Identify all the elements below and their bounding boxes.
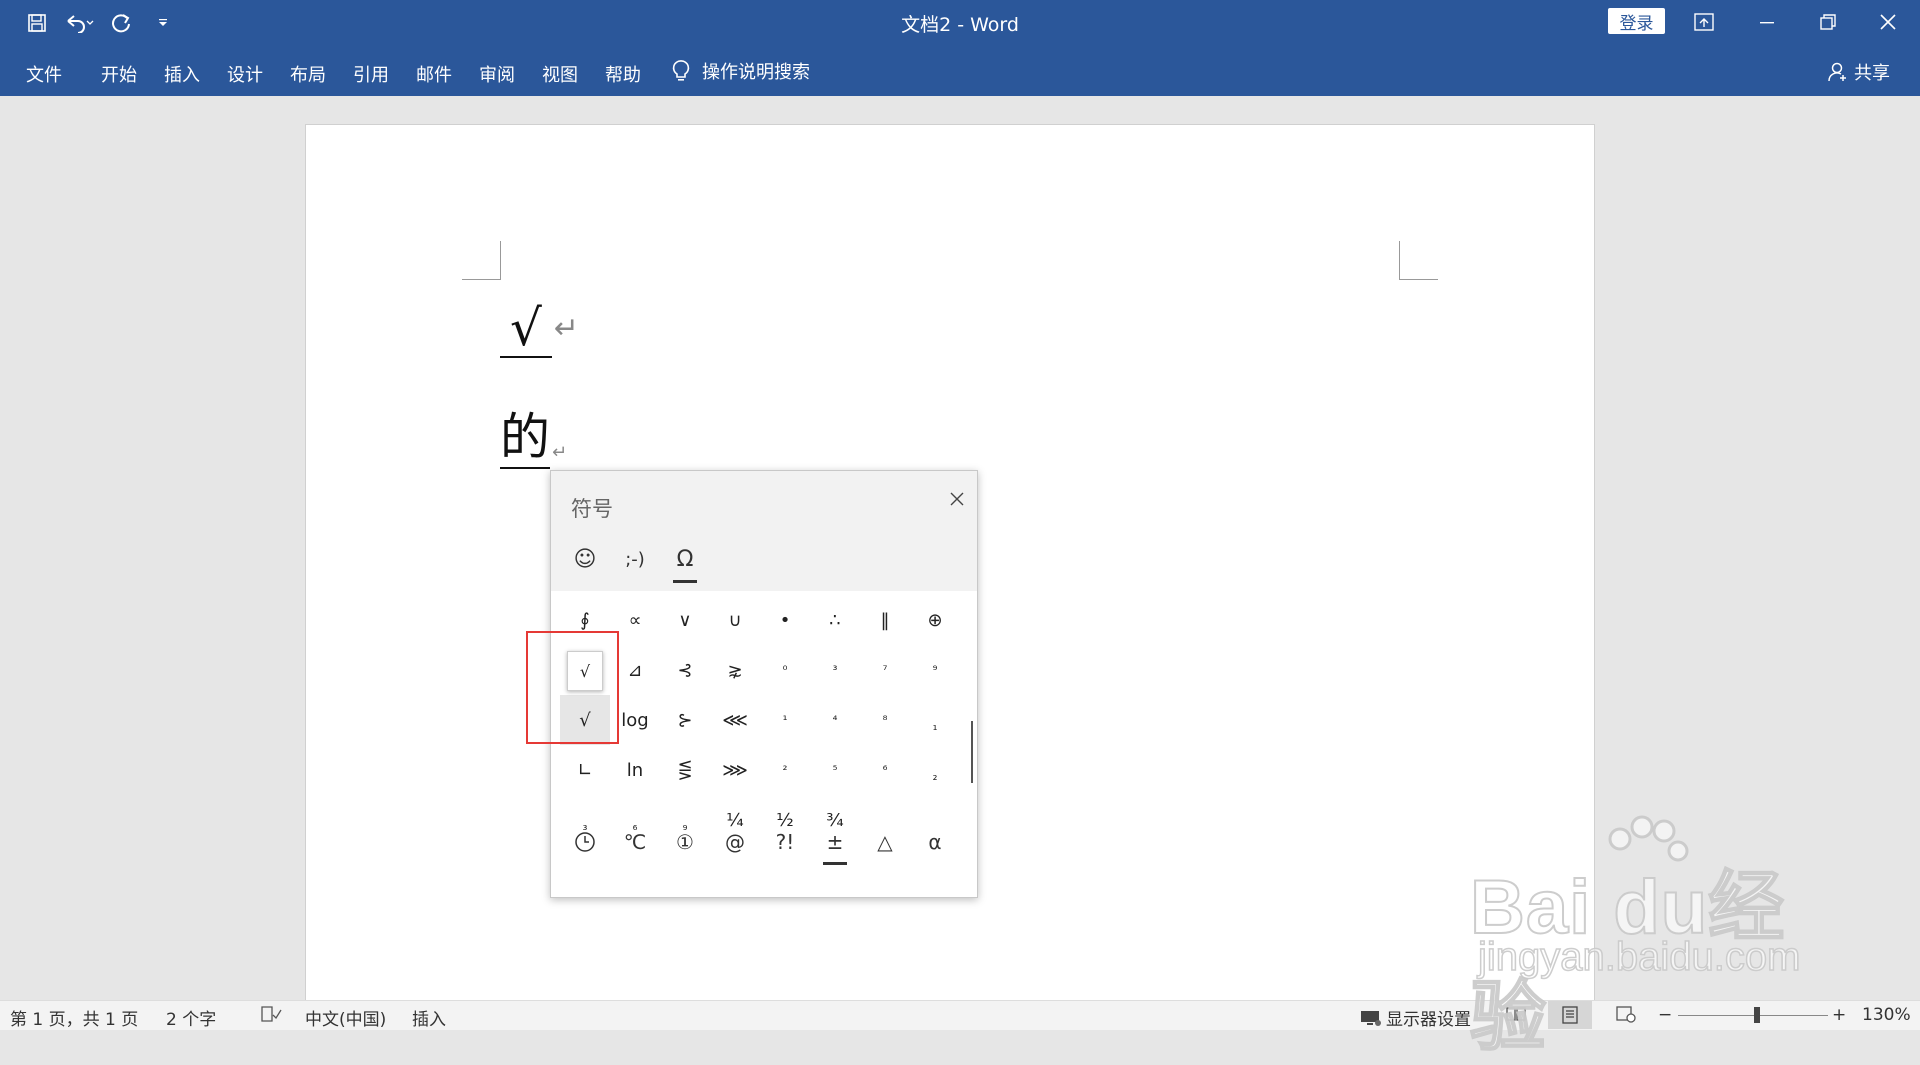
paragraph-2[interactable]: 的 ↵ <box>500 407 567 469</box>
ribbon-display-button[interactable] <box>1674 0 1734 44</box>
symbol-cell[interactable]: ⋘ <box>710 695 760 745</box>
symbol-cell[interactable]: ⊱ <box>660 695 710 745</box>
share-label: 共享 <box>1854 63 1890 84</box>
tab-insert[interactable]: 插入 <box>164 61 200 87</box>
person-icon <box>1828 62 1846 82</box>
tab-home[interactable]: 开始 <box>101 61 137 87</box>
symbol-cell[interactable]: ln <box>610 745 660 795</box>
unit-symbols-tab[interactable]: ℃ <box>610 817 660 867</box>
omega-icon[interactable]: Ω <box>665 541 705 583</box>
smiley-icon[interactable]: ☺ <box>565 541 605 577</box>
paragraph-mark-icon: ↵ <box>553 311 580 346</box>
de-text[interactable]: 的 <box>500 407 550 469</box>
symbol-cell[interactable]: ⁸ <box>860 695 910 745</box>
symbol-cell[interactable]: ∪ <box>710 595 760 645</box>
zoom-level[interactable]: 130% <box>1862 1005 1911 1025</box>
clock-svg <box>575 832 595 852</box>
symbol-cell[interactable]: ₂ <box>910 751 960 801</box>
symbol-cell[interactable]: ∨ <box>660 595 710 645</box>
symbol-grid-scrollbar[interactable] <box>971 721 973 783</box>
symbol-cell[interactable]: ³ <box>810 645 860 695</box>
symbol-cell[interactable]: ⁹ <box>910 645 960 695</box>
symbol-cell[interactable]: ⋚ <box>660 745 710 795</box>
math-symbols-tab[interactable]: ± <box>810 817 860 867</box>
paragraph-1[interactable]: √ ↵ <box>500 300 579 358</box>
paragraph-mark-icon: ↵ <box>552 442 568 463</box>
punctuation-tab[interactable]: ?! <box>760 817 810 867</box>
sqrt-text[interactable]: √ <box>500 300 552 358</box>
symbol-panel-close-button[interactable] <box>945 487 969 511</box>
symbol-cell[interactable]: ⁴ <box>810 695 860 745</box>
tab-references[interactable]: 引用 <box>353 61 389 87</box>
monitor-icon <box>1361 1010 1381 1026</box>
symbol-cell[interactable]: ² <box>760 745 810 795</box>
tell-me-search[interactable]: 操作说明搜索 <box>672 58 810 84</box>
symbol-cell[interactable]: ⊕ <box>910 595 960 645</box>
restore-icon <box>1820 14 1836 30</box>
clock-icon[interactable] <box>560 817 610 867</box>
symbol-panel-title: 符号 <box>571 497 613 521</box>
tab-mailings[interactable]: 邮件 <box>416 61 452 87</box>
symbol-cell[interactable]: ⁰ <box>760 645 810 695</box>
watermark-url: jingyan.baidu.com <box>1477 934 1801 980</box>
tab-view[interactable]: 视图 <box>542 61 578 87</box>
symbol-cell[interactable]: ⊰ <box>660 645 710 695</box>
title-bar: 文档2 - Word 登录 <box>0 0 1920 46</box>
zoom-in-button[interactable]: + <box>1832 1005 1846 1025</box>
symbol-cell[interactable]: ⁶ <box>860 745 910 795</box>
login-button[interactable]: 登录 <box>1608 8 1665 34</box>
close-icon <box>950 492 964 506</box>
tab-file[interactable]: 文件 <box>26 61 62 87</box>
crop-mark-top-right <box>1399 241 1438 280</box>
share-button[interactable]: 共享 <box>1828 59 1890 85</box>
proofing-svg <box>261 1006 282 1022</box>
symbol-cell[interactable]: ⋙ <box>710 745 760 795</box>
baidu-watermark: Bai du经验 jingyan.baidu.com <box>1469 815 1801 1061</box>
insert-mode[interactable]: 插入 <box>412 1005 446 1030</box>
tab-help[interactable]: 帮助 <box>605 61 641 87</box>
ribbon-tabs: 文件 开始 插入 设计 布局 引用 邮件 审阅 视图 帮助 操作说明搜索 共享 <box>0 46 1920 96</box>
general-punctuation-tab[interactable]: @ <box>710 817 760 867</box>
minimize-icon <box>1760 22 1774 24</box>
symbol-cell[interactable]: ¹ <box>760 695 810 745</box>
close-icon <box>1880 14 1896 30</box>
lightbulb-icon <box>672 60 690 81</box>
proofing-icon[interactable] <box>260 1005 282 1028</box>
symbol-cell[interactable]: ∴ <box>810 595 860 645</box>
tell-me-label: 操作说明搜索 <box>702 62 810 83</box>
enclosed-numbers-tab[interactable]: ① <box>660 817 710 867</box>
tab-layout[interactable]: 布局 <box>290 61 326 87</box>
greek-letters-tab[interactable]: α <box>910 817 960 867</box>
symbol-cell[interactable]: ∟ <box>560 745 610 795</box>
ribbon-display-icon <box>1694 13 1714 31</box>
restore-button[interactable] <box>1798 0 1858 44</box>
tab-design[interactable]: 设计 <box>227 61 263 87</box>
symbol-cell[interactable]: ‖ <box>860 595 910 645</box>
highlight-box <box>526 631 619 744</box>
symbol-cell[interactable]: ⁵ <box>810 745 860 795</box>
symbol-panel-header: 符号 ☺ ;-) Ω <box>551 471 977 591</box>
crop-mark-top-left <box>462 241 501 280</box>
word-count[interactable]: 2 个字 <box>166 1005 216 1030</box>
minimize-button[interactable] <box>1737 0 1797 44</box>
display-settings[interactable]: 显示器设置 <box>1360 1005 1471 1030</box>
close-button[interactable] <box>1858 0 1918 44</box>
emoticon-icon[interactable]: ;-) <box>615 541 655 577</box>
symbol-cell[interactable]: ₁ <box>910 701 960 751</box>
symbol-cell[interactable]: ⋧ <box>710 645 760 695</box>
display-settings-label: 显示器设置 <box>1386 1010 1471 1030</box>
page-count[interactable]: 第 1 页，共 1 页 <box>10 1005 138 1030</box>
symbol-cell[interactable]: • <box>760 595 810 645</box>
tab-review[interactable]: 审阅 <box>479 61 515 87</box>
geometric-shapes-tab[interactable]: △ <box>860 817 910 867</box>
symbol-cell[interactable]: ⁷ <box>860 645 910 695</box>
language-indicator[interactable]: 中文(中国) <box>305 1005 386 1030</box>
